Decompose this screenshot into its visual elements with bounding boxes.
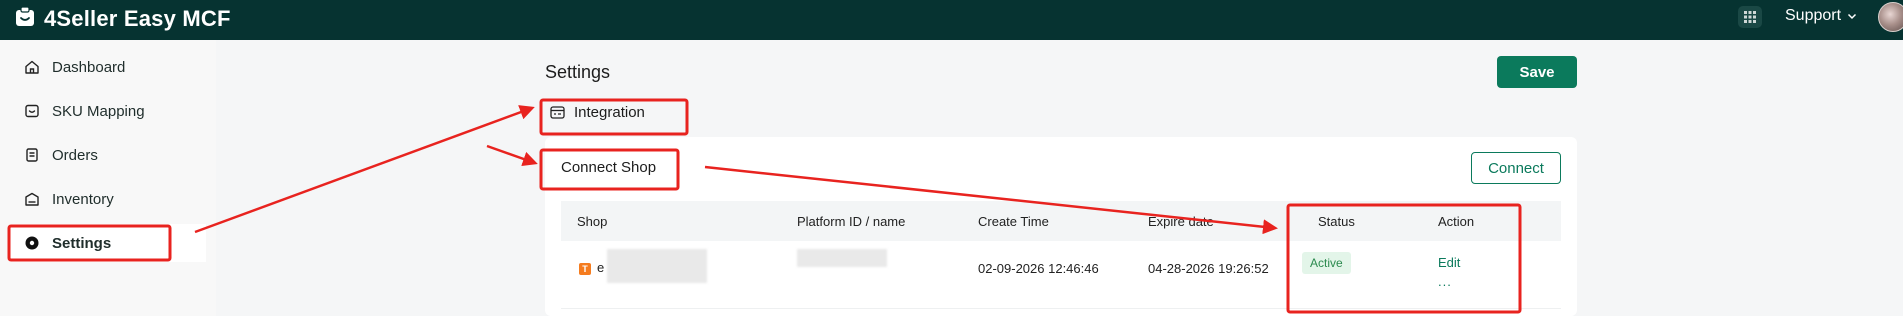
connect-button[interactable]: Connect: [1471, 152, 1561, 184]
edit-link[interactable]: Edit: [1438, 255, 1460, 270]
integration-icon: [550, 106, 565, 119]
app-logo-icon: [16, 6, 34, 26]
redacted-platform-id: [797, 249, 887, 267]
create-time: 02-09-2026 12:46:46: [978, 261, 1099, 276]
shop-platform-icon: T: [579, 263, 591, 275]
column-header-shop: Shop: [577, 214, 608, 229]
redacted-shop-name: [607, 249, 707, 283]
column-header-action: Action: [1438, 214, 1475, 229]
tab-integration-label: Integration: [574, 104, 645, 121]
sidebar-item-label: SKU Mapping: [52, 102, 145, 120]
annotation-arrow-connect-shop: [486, 144, 538, 167]
sidebar-item-sku-mapping[interactable]: SKU Mapping: [10, 92, 206, 130]
support-menu[interactable]: Support: [1785, 7, 1857, 25]
column-header-expire-date: Expire date: [1148, 214, 1214, 229]
sidebar: Dashboard SKU Mapping Orders Inventory S…: [0, 40, 216, 316]
sidebar-item-label: Settings: [52, 234, 112, 252]
table-header: Shop Platform ID / name Create Time Expi…: [561, 201, 1561, 241]
page-title: Settings: [545, 62, 611, 82]
inventory-icon: [25, 192, 39, 206]
apps-grid-button[interactable]: [1738, 6, 1762, 28]
save-button[interactable]: Save: [1497, 56, 1577, 88]
connect-shop-card: Connect Shop Connect Shop Platform ID / …: [545, 137, 1577, 316]
sidebar-item-inventory[interactable]: Inventory: [10, 180, 206, 218]
table-row: T e 02-09-2026 12:46:46 04-28-2026 19:26…: [561, 241, 1561, 309]
chevron-down-icon: [1848, 13, 1857, 20]
settings-icon: [25, 236, 39, 250]
shop-name: e: [597, 260, 605, 275]
expire-date: 04-28-2026 19:26:52: [1148, 261, 1269, 276]
sidebar-item-label: Orders: [52, 146, 98, 164]
annotation-arrow-integration: [194, 105, 535, 234]
mapping-icon: [25, 104, 39, 118]
sidebar-item-label: Inventory: [52, 190, 114, 208]
orders-icon: [26, 148, 38, 162]
column-header-status: Status: [1318, 214, 1355, 229]
sidebar-item-dashboard[interactable]: Dashboard: [10, 48, 206, 86]
connect-shop-title: Connect Shop: [561, 159, 657, 176]
home-icon: [25, 60, 39, 74]
column-header-create-time: Create Time: [978, 214, 1049, 229]
app-title: 4Seller Easy MCF: [44, 6, 231, 31]
sidebar-item-settings[interactable]: Settings: [10, 224, 206, 262]
sidebar-item-label: Dashboard: [52, 58, 126, 76]
tab-integration[interactable]: Integration: [550, 104, 645, 121]
support-label: Support: [1785, 7, 1842, 24]
status-badge: Active: [1302, 252, 1351, 274]
column-header-platform: Platform ID / name: [797, 214, 906, 229]
top-bar: 4Seller Easy MCF Support: [0, 0, 1903, 40]
grid-icon: [1744, 11, 1756, 23]
sidebar-item-orders[interactable]: Orders: [10, 136, 206, 174]
more-actions-link[interactable]: ...: [1438, 274, 1452, 289]
user-avatar[interactable]: [1878, 2, 1903, 32]
